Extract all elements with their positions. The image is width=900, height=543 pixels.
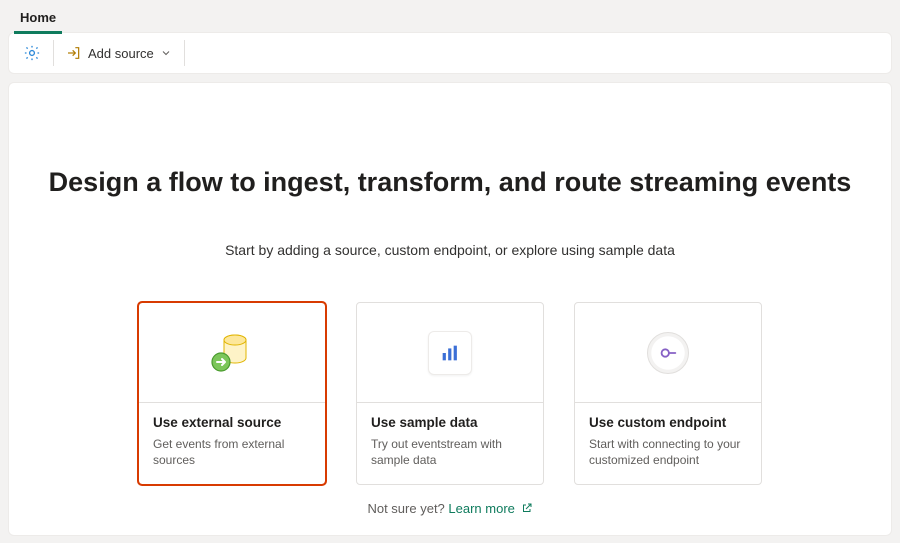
card-title: Use custom endpoint [589,415,747,430]
learn-more-label: Learn more [448,501,514,516]
toolbar-divider [53,40,54,66]
footer-help: Not sure yet? Learn more [9,501,891,516]
footer-prefix: Not sure yet? [367,501,448,516]
card-title: Use external source [153,415,311,430]
database-arrow-icon [205,326,259,380]
page-title: Design a flow to ingest, transform, and … [9,167,891,198]
card-sample-data[interactable]: Use sample data Try out eventstream with… [356,302,544,485]
chevron-down-icon [160,47,172,59]
tab-home[interactable]: Home [14,6,62,34]
add-source-label: Add source [88,46,154,61]
add-source-dropdown[interactable]: Add source [58,38,180,68]
option-cards-row: Use external source Get events from exte… [9,302,891,485]
external-link-icon [521,502,533,514]
card-external-source[interactable]: Use external source Get events from exte… [138,302,326,485]
card-description: Get events from external sources [153,436,311,468]
card-description: Start with connecting to your customized… [589,436,747,468]
card-body: Use external source Get events from exte… [139,403,325,484]
card-custom-endpoint[interactable]: Use custom endpoint Start with connectin… [574,302,762,485]
main-canvas: Design a flow to ingest, transform, and … [8,82,892,536]
tabs-bar: Home [0,0,900,32]
add-source-icon [66,45,82,61]
card-title: Use sample data [371,415,529,430]
card-body: Use custom endpoint Start with connectin… [575,403,761,484]
toolbar-divider-2 [184,40,185,66]
page-subtitle: Start by adding a source, custom endpoin… [9,242,891,258]
settings-button[interactable] [15,38,49,68]
gear-icon [23,44,41,62]
card-illustration [575,303,761,403]
bar-chart-icon [439,342,461,364]
card-illustration [357,303,543,403]
card-body: Use sample data Try out eventstream with… [357,403,543,484]
toolbar: Add source [8,32,892,74]
card-description: Try out eventstream with sample data [371,436,529,468]
endpoint-icon [657,342,679,364]
card-illustration [139,303,325,403]
learn-more-link[interactable]: Learn more [448,501,532,516]
